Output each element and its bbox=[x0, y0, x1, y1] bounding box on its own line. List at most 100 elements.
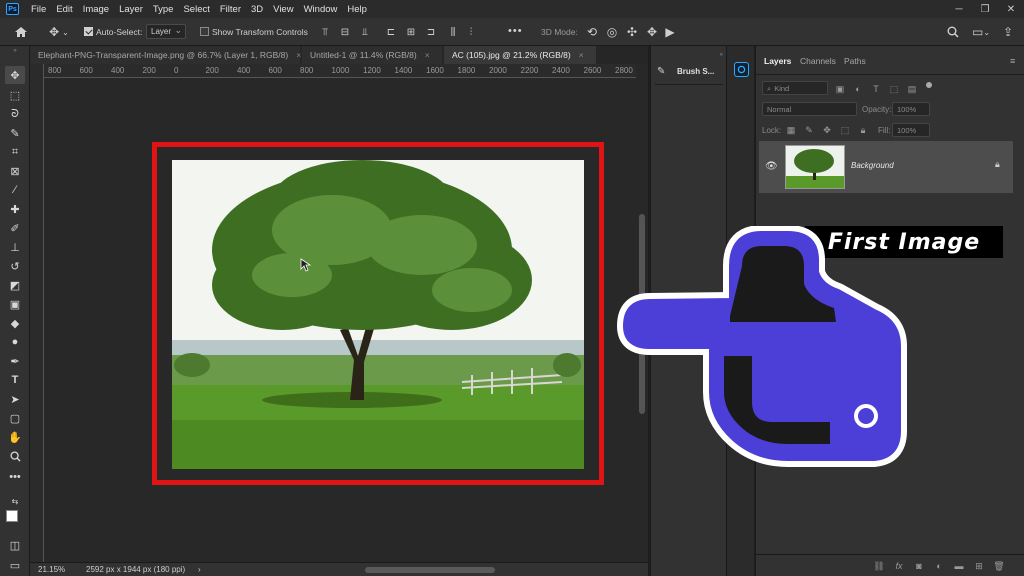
lock-all-icon[interactable]: 🔒︎ bbox=[856, 124, 870, 136]
auto-select-dropdown[interactable]: Layer bbox=[146, 24, 186, 39]
3d-camera-icon[interactable]: ▶ bbox=[662, 24, 678, 40]
menu-view[interactable]: View bbox=[268, 4, 298, 15]
align-top-icon[interactable]: ⫪ bbox=[318, 24, 332, 40]
minimize-button[interactable]: ─ bbox=[946, 0, 972, 18]
menu-layer[interactable]: Layer bbox=[114, 4, 148, 15]
history-brush-tool-icon[interactable]: ↺ bbox=[5, 257, 25, 275]
shape-tool-icon[interactable]: ▢ bbox=[5, 409, 25, 427]
align-left-icon[interactable]: ⊏ bbox=[384, 24, 398, 40]
3d-slide-icon[interactable]: ✥ bbox=[644, 24, 660, 40]
3d-drag-icon[interactable]: ✣ bbox=[624, 24, 640, 40]
eyedropper-tool-icon[interactable]: ⁄ bbox=[5, 181, 25, 199]
filter-toggle-icon[interactable] bbox=[926, 82, 932, 88]
tab-ac-105[interactable]: AC (105).jpg @ 21.2% (RGB/8) × bbox=[444, 46, 596, 64]
transform-controls-checkbox[interactable] bbox=[200, 27, 209, 36]
zoom-level[interactable]: 21.15% bbox=[38, 565, 65, 574]
close-window-button[interactable]: ✕ bbox=[998, 0, 1024, 18]
adjustment-layer-icon[interactable]: ◐ bbox=[932, 560, 946, 572]
tab-ac-105-close-icon[interactable]: × bbox=[579, 50, 584, 60]
screen-mode-icon[interactable]: ▭ bbox=[5, 556, 25, 574]
distribute-icon[interactable]: ⫼ bbox=[446, 24, 460, 40]
filter-shape-icon[interactable]: ⬚ bbox=[887, 83, 901, 95]
opacity-field[interactable]: 100% bbox=[892, 102, 930, 116]
path-select-tool-icon[interactable]: ➤ bbox=[5, 390, 25, 408]
frame-tool-icon[interactable]: ⊠ bbox=[5, 162, 25, 180]
layer-kind-filter[interactable]: ⌕ Kind bbox=[762, 81, 828, 95]
tab-elephant[interactable]: Elephant-PNG-Transparent-Image.png @ 66.… bbox=[30, 46, 301, 64]
lock-image-icon[interactable]: ✎ bbox=[802, 124, 816, 136]
filter-smart-icon[interactable]: ▤ bbox=[905, 83, 919, 95]
edit-toolbar-icon[interactable]: ••• bbox=[5, 468, 25, 486]
3d-orbit-icon[interactable]: ⟲ bbox=[584, 24, 600, 40]
align-right-icon[interactable]: ⊐ bbox=[424, 24, 438, 40]
tab-untitled-close-icon[interactable]: × bbox=[425, 50, 430, 60]
tab-channels[interactable]: Channels bbox=[800, 56, 836, 66]
restore-button[interactable]: ❐ bbox=[972, 0, 998, 18]
canvas-area[interactable] bbox=[44, 78, 636, 562]
filter-type-icon[interactable]: T bbox=[869, 83, 883, 95]
toolbar-collapse-icon[interactable]: » bbox=[5, 48, 25, 54]
menu-help[interactable]: Help bbox=[342, 4, 372, 15]
brush-settings-label[interactable]: Brush S... bbox=[677, 67, 714, 76]
filter-adjustment-icon[interactable]: ◐ bbox=[851, 83, 865, 95]
align-vcenter-icon[interactable]: ⊟ bbox=[338, 24, 352, 40]
hand-tool-icon[interactable]: ✋ bbox=[5, 428, 25, 446]
blend-mode-dropdown[interactable]: Normal bbox=[762, 102, 857, 116]
pen-tool-icon[interactable]: ✒ bbox=[5, 352, 25, 370]
menu-select[interactable]: Select bbox=[178, 4, 214, 15]
menu-type[interactable]: Type bbox=[148, 4, 179, 15]
delete-layer-icon[interactable]: 🗑︎ bbox=[992, 560, 1006, 572]
status-arrow-icon[interactable]: › bbox=[198, 565, 201, 574]
layer-name[interactable]: Background bbox=[851, 161, 894, 170]
healing-brush-tool-icon[interactable]: ✚ bbox=[5, 200, 25, 218]
align-bottom-icon[interactable]: ⫫ bbox=[358, 24, 372, 40]
menu-3d[interactable]: 3D bbox=[246, 4, 268, 15]
link-layers-icon[interactable]: ⛓ bbox=[872, 560, 886, 572]
tab-untitled[interactable]: Untitled-1 @ 11.4% (RGB/8) × bbox=[302, 46, 442, 64]
auto-select-checkbox[interactable] bbox=[84, 27, 93, 36]
foreground-color-swatch[interactable] bbox=[6, 510, 18, 522]
visibility-eye-icon[interactable]: 👁︎ bbox=[765, 161, 778, 172]
3d-roll-icon[interactable]: ◎ bbox=[604, 24, 620, 40]
workspace-icon[interactable]: ▭ ⌄ bbox=[970, 24, 992, 40]
clone-stamp-tool-icon[interactable]: ⊥ bbox=[5, 238, 25, 256]
more-options-button[interactable]: ••• bbox=[508, 25, 523, 37]
horizontal-scroll-thumb[interactable] bbox=[365, 567, 495, 573]
tab-layers[interactable]: Layers bbox=[764, 56, 791, 66]
filter-pixel-icon[interactable]: ▣ bbox=[833, 83, 847, 95]
menu-edit[interactable]: Edit bbox=[51, 4, 77, 15]
layer-row-background[interactable]: 👁︎ Background 🔒︎ bbox=[759, 141, 1013, 193]
blur-tool-icon[interactable]: ◆ bbox=[5, 314, 25, 332]
menu-window[interactable]: Window bbox=[299, 4, 343, 15]
gradient-tool-icon[interactable]: ▣ bbox=[5, 295, 25, 313]
dodge-tool-icon[interactable]: ● bbox=[5, 333, 25, 351]
menu-filter[interactable]: Filter bbox=[215, 4, 246, 15]
quick-mask-icon[interactable]: ◫ bbox=[5, 536, 25, 554]
new-group-icon[interactable]: ▬ bbox=[952, 560, 966, 572]
lasso-tool-icon[interactable]: ᘐ bbox=[5, 105, 25, 123]
tab-elephant-close-icon[interactable]: × bbox=[296, 50, 301, 60]
menu-image[interactable]: Image bbox=[78, 4, 114, 15]
type-tool-icon[interactable]: T bbox=[5, 371, 25, 389]
search-icon[interactable] bbox=[944, 24, 962, 40]
lock-artboard-icon[interactable]: ⬚ bbox=[838, 124, 852, 136]
share-icon[interactable]: ⇪ bbox=[1000, 24, 1016, 40]
tab-paths[interactable]: Paths bbox=[844, 56, 866, 66]
move-tool-icon[interactable]: ✥ bbox=[5, 66, 25, 84]
align-hcenter-icon[interactable]: ⊞ bbox=[404, 24, 418, 40]
eraser-tool-icon[interactable]: ◩ bbox=[5, 276, 25, 294]
brush-panel-collapse-icon[interactable]: » bbox=[655, 52, 723, 58]
brush-settings-icon[interactable]: ✎ bbox=[657, 66, 665, 77]
fill-field[interactable]: 100% bbox=[892, 123, 930, 137]
lock-position-icon[interactable]: ✥ bbox=[820, 124, 834, 136]
marquee-tool-icon[interactable]: ⬚ bbox=[5, 86, 25, 104]
menu-file[interactable]: File bbox=[26, 4, 51, 15]
home-icon[interactable] bbox=[12, 24, 30, 40]
panel-menu-icon[interactable]: ≡ bbox=[1010, 56, 1015, 66]
quick-select-tool-icon[interactable]: ✎ bbox=[5, 124, 25, 142]
brush-tool-icon[interactable]: ✐ bbox=[5, 219, 25, 237]
move-tool-preset-icon[interactable]: ✥ ⌄ bbox=[44, 24, 74, 40]
fx-icon[interactable]: fx bbox=[892, 560, 906, 572]
adjustments-icon[interactable] bbox=[734, 62, 749, 77]
layer-mask-icon[interactable]: ◙ bbox=[912, 560, 926, 572]
